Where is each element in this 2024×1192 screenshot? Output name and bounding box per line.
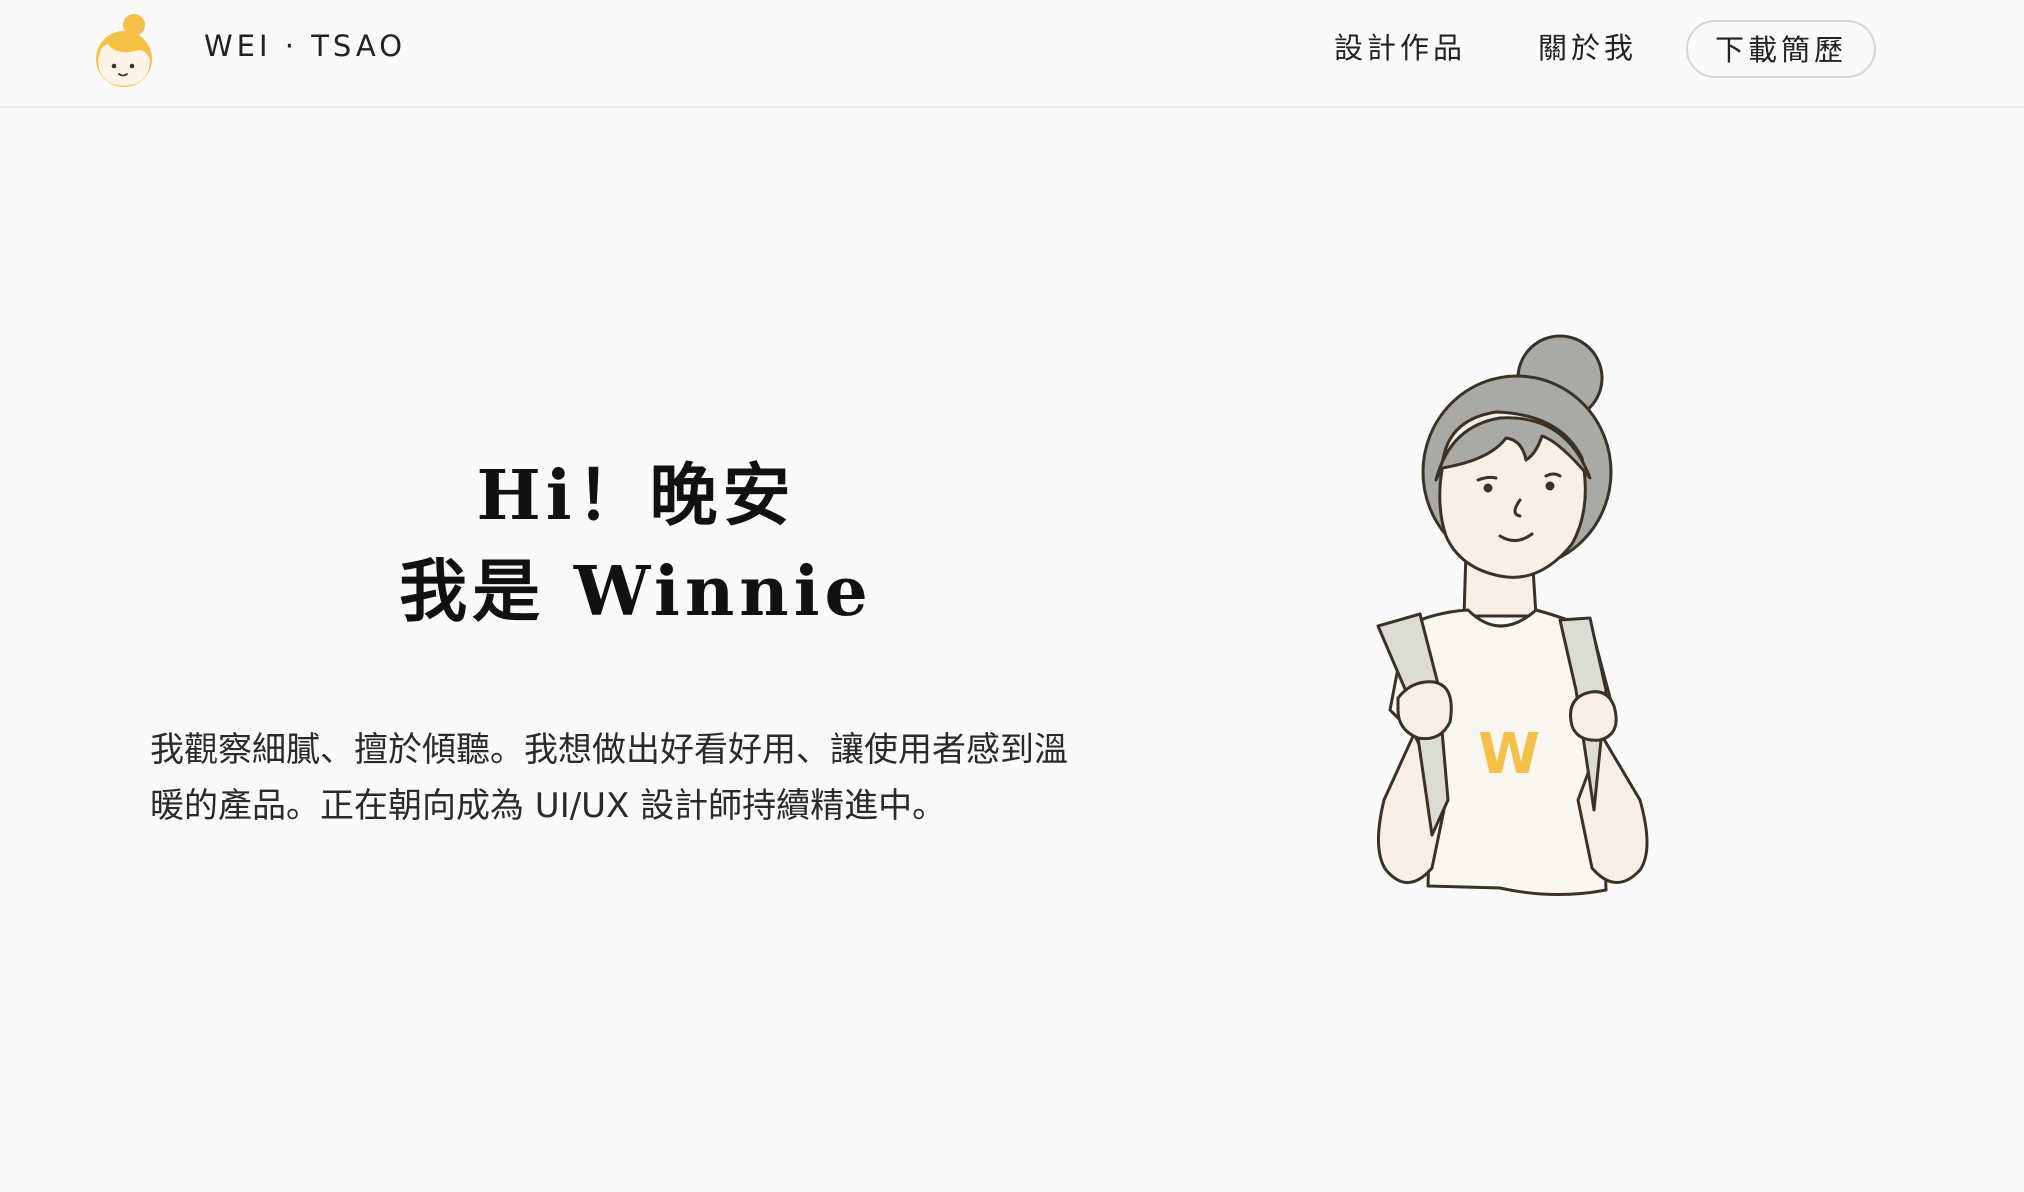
- nav-about-link[interactable]: 關於我: [1538, 28, 1637, 68]
- hero-description: 我觀察細膩、擅於傾聽。我想做出好看好用、讓使用者感到溫 暖的產品。正在朝向成為 …: [150, 722, 1150, 834]
- hero-greeting: Hi！晚安: [476, 456, 796, 536]
- site-header: WEI · TSAO 設計作品 關於我 下載簡歷: [0, 0, 2024, 108]
- girl-face-logo-icon[interactable]: [94, 12, 158, 88]
- hero-intro: 我是 Winnie: [399, 552, 873, 632]
- hero-description-line-2: 暖的產品。正在朝向成為 UI/UX 設計師持續精進中。: [150, 786, 947, 826]
- girl-illustration: W: [1376, 334, 1649, 897]
- hero-heading: Hi！晚安 我是 Winnie: [300, 448, 972, 640]
- nav-works-link[interactable]: 設計作品: [1334, 28, 1466, 68]
- hero-description-line-1: 我觀察細膩、擅於傾聽。我想做出好看好用、讓使用者感到溫: [150, 730, 1068, 770]
- shirt-logo-letter: W: [1478, 722, 1540, 787]
- download-resume-button[interactable]: 下載簡歷: [1686, 20, 1876, 78]
- brand-name[interactable]: WEI · TSAO: [204, 26, 406, 66]
